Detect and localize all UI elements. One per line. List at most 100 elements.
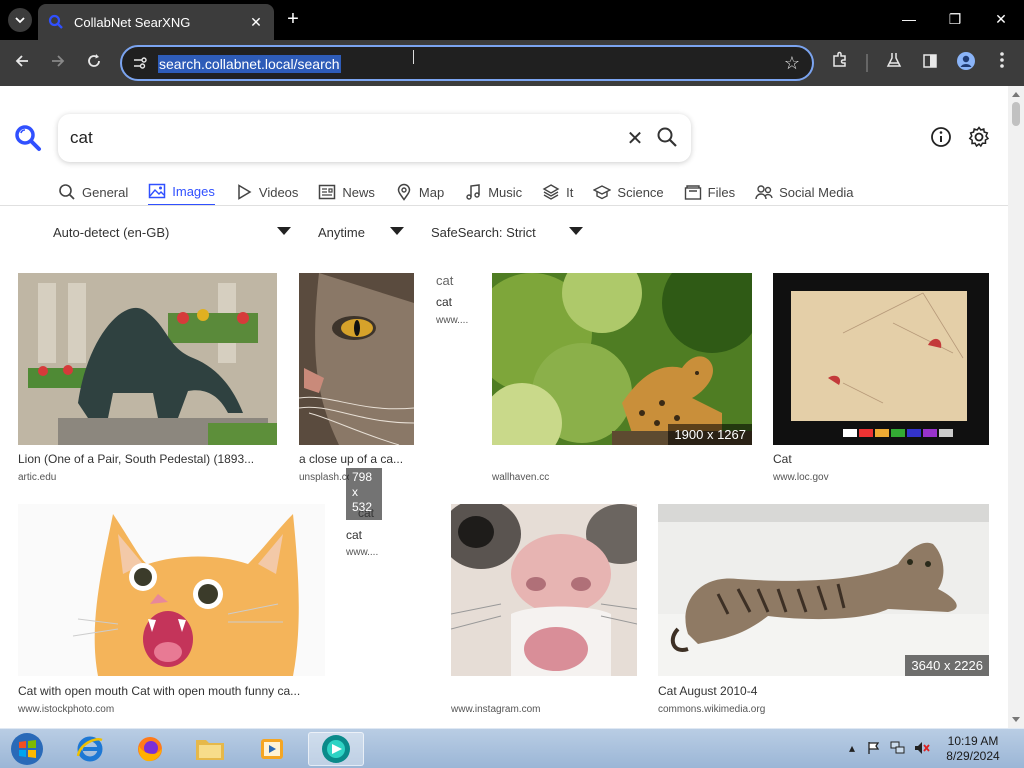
result-caption[interactable]: Cat bbox=[773, 452, 989, 466]
tab-general[interactable]: General bbox=[58, 178, 128, 206]
tab-it[interactable]: It bbox=[542, 178, 573, 206]
safesearch-dropdown-icon[interactable] bbox=[569, 227, 583, 235]
taskbar-file-explorer[interactable] bbox=[182, 732, 238, 766]
new-tab-button[interactable]: + bbox=[282, 8, 304, 30]
language-dropdown-icon[interactable] bbox=[277, 227, 291, 235]
reload-button[interactable] bbox=[82, 51, 106, 75]
result-thumbnail[interactable] bbox=[773, 273, 989, 445]
scroll-up-icon[interactable] bbox=[1012, 92, 1020, 97]
scrollbar-thumb[interactable] bbox=[1012, 102, 1020, 126]
tab-music[interactable]: Music bbox=[464, 178, 522, 206]
tab-map[interactable]: Map bbox=[395, 178, 444, 206]
image-result[interactable]: a close up of a ca... unsplash.co bbox=[299, 273, 414, 488]
result-caption[interactable]: cat bbox=[436, 295, 476, 309]
newspaper-icon bbox=[319, 184, 336, 200]
play-icon bbox=[238, 184, 252, 200]
scroll-down-icon[interactable] bbox=[1012, 717, 1020, 722]
image-dimensions-badge: 1900 x 1267 bbox=[668, 424, 752, 445]
result-caption[interactable]: a close up of a ca... bbox=[299, 452, 414, 466]
search-input[interactable] bbox=[70, 124, 590, 152]
image-icon bbox=[149, 183, 166, 199]
url-text[interactable]: search.collabnet.local/search bbox=[158, 55, 341, 73]
forward-button[interactable] bbox=[46, 51, 70, 75]
address-bar[interactable]: search.collabnet.local/search ☆ bbox=[120, 45, 814, 81]
side-panel-icon bbox=[923, 54, 937, 68]
image-result-broken[interactable]: cat cat www.... bbox=[436, 273, 476, 333]
header-divider bbox=[0, 205, 1008, 206]
result-caption[interactable]: Lion (One of a Pair, South Pedestal) (18… bbox=[18, 452, 277, 466]
network-icon[interactable] bbox=[890, 741, 906, 757]
result-source: www.loc.gov bbox=[773, 472, 829, 483]
image-result-broken[interactable]: cat 798 x 532 cat www.... bbox=[346, 466, 416, 558]
taskbar-media-player[interactable] bbox=[244, 732, 300, 766]
internet-explorer-icon bbox=[76, 736, 103, 762]
result-caption[interactable]: cat bbox=[346, 528, 406, 542]
window-close-button[interactable]: ✕ bbox=[987, 8, 1015, 30]
info-icon[interactable] bbox=[930, 126, 952, 148]
image-result[interactable]: Cat with open mouth Cat with open mouth … bbox=[18, 504, 328, 719]
minimize-button[interactable]: — bbox=[895, 8, 923, 30]
profile-button[interactable] bbox=[954, 51, 978, 75]
browser-tab[interactable]: CollabNet SearXNG ✕ bbox=[38, 4, 274, 40]
bookmark-star-icon[interactable]: ☆ bbox=[784, 53, 800, 74]
tab-videos[interactable]: Videos bbox=[235, 178, 298, 206]
result-thumbnail[interactable]: 3640 x 2226 bbox=[658, 504, 989, 676]
clear-search-icon[interactable]: ✕ bbox=[624, 126, 646, 151]
tab-science[interactable]: Science bbox=[593, 178, 664, 206]
tab-search-button[interactable] bbox=[8, 8, 32, 32]
result-source: www.instagram.com bbox=[451, 704, 541, 715]
safesearch-select[interactable]: SafeSearch: Strict bbox=[431, 222, 536, 242]
language-select[interactable]: Auto-detect (en-GB) bbox=[53, 222, 169, 242]
image-result[interactable]: 1900 x 1267 wallhaven.cc bbox=[492, 273, 752, 488]
lion-statue-image bbox=[18, 273, 277, 445]
result-thumbnail[interactable] bbox=[299, 273, 414, 445]
image-result[interactable]: 3640 x 2226 Cat August 2010-4 commons.wi… bbox=[658, 504, 989, 719]
time-range-select[interactable]: Anytime bbox=[318, 222, 365, 242]
tab-social-media[interactable]: Social Media bbox=[755, 178, 854, 206]
time-dropdown-icon[interactable] bbox=[390, 227, 404, 235]
labs-button[interactable] bbox=[882, 51, 906, 75]
system-clock[interactable]: 10:19 AM 8/29/2024 bbox=[938, 734, 1008, 764]
image-result[interactable]: www.instagram.com bbox=[451, 504, 637, 719]
page-scrollbar[interactable] bbox=[1008, 86, 1024, 728]
taskbar-firefox[interactable] bbox=[122, 732, 178, 766]
show-hidden-icons[interactable]: ▴ bbox=[844, 741, 860, 757]
flag-icon[interactable] bbox=[866, 741, 882, 757]
result-thumbnail[interactable]: 1900 x 1267 bbox=[492, 273, 752, 445]
taskbar-internet-explorer[interactable] bbox=[62, 732, 118, 766]
tab-label: It bbox=[566, 184, 574, 200]
tab-files[interactable]: Files bbox=[684, 178, 735, 206]
taskbar-active-app[interactable] bbox=[308, 732, 364, 766]
gear-icon[interactable] bbox=[968, 126, 990, 148]
avatar-icon bbox=[957, 52, 975, 70]
text-cursor-icon bbox=[413, 50, 417, 64]
volume-muted-icon[interactable] bbox=[914, 741, 930, 757]
side-panel-button[interactable] bbox=[918, 51, 942, 75]
result-thumbnail[interactable] bbox=[18, 273, 277, 445]
result-thumbnail[interactable] bbox=[451, 504, 637, 676]
search-box: ✕ bbox=[58, 114, 691, 162]
tab-news[interactable]: News bbox=[318, 178, 375, 206]
result-caption[interactable]: Cat August 2010-4 bbox=[658, 684, 989, 698]
tab-label: Images bbox=[172, 183, 215, 199]
image-dimensions-badge: 798 x 532 bbox=[346, 468, 382, 520]
start-button[interactable] bbox=[0, 732, 54, 766]
search-icon[interactable] bbox=[656, 126, 678, 148]
result-caption[interactable]: Cat with open mouth Cat with open mouth … bbox=[18, 684, 328, 698]
tab-close-icon[interactable]: ✕ bbox=[248, 14, 264, 31]
tab-label: Map bbox=[418, 184, 445, 200]
page-content: ✕ General Images Videos News Map Music bbox=[0, 86, 1008, 728]
searxng-logo-icon[interactable] bbox=[14, 124, 42, 152]
tab-images[interactable]: Images bbox=[148, 178, 215, 206]
broken-image-alt[interactable]: cat bbox=[436, 273, 453, 288]
result-thumbnail[interactable] bbox=[18, 504, 325, 676]
image-result[interactable]: Lion (One of a Pair, South Pedestal) (18… bbox=[18, 273, 277, 488]
extensions-button[interactable] bbox=[828, 51, 852, 75]
puzzle-icon bbox=[833, 51, 846, 67]
image-result[interactable]: Cat www.loc.gov bbox=[773, 273, 989, 488]
image-dimensions-badge: 3640 x 2226 bbox=[905, 655, 989, 676]
site-settings-icon[interactable] bbox=[132, 55, 148, 71]
menu-button[interactable] bbox=[990, 51, 1014, 75]
restore-button[interactable]: ❐ bbox=[941, 8, 969, 30]
back-button[interactable] bbox=[10, 51, 34, 75]
